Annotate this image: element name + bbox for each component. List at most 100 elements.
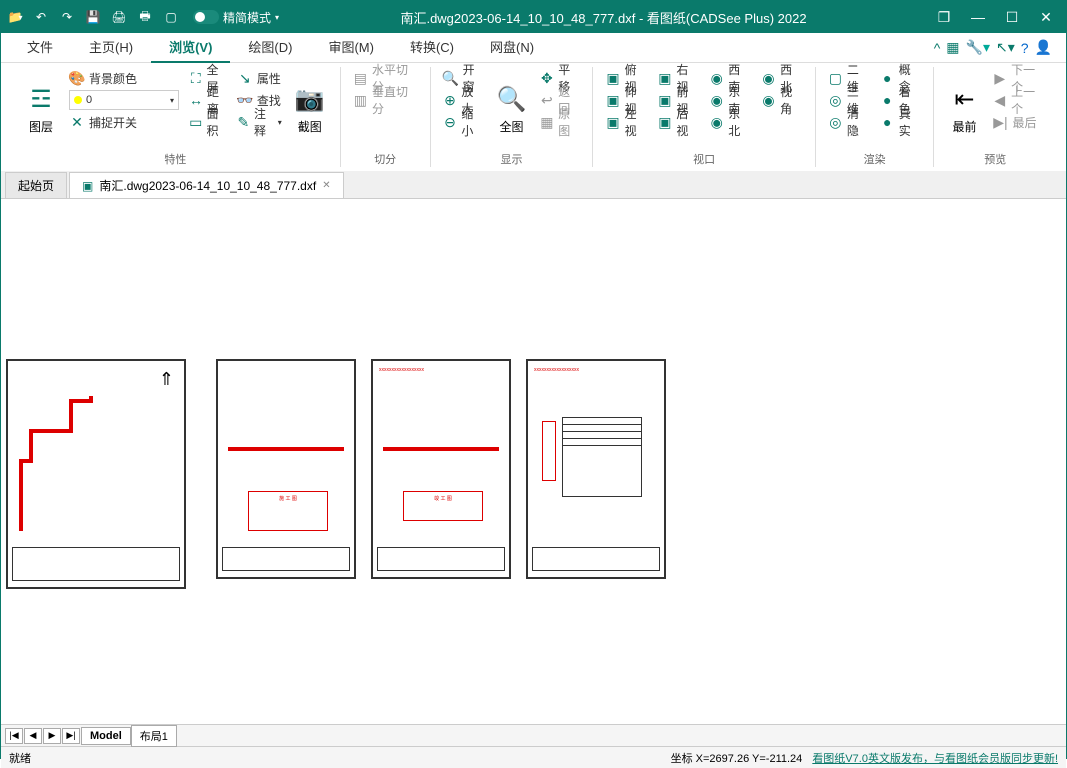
- doctab-file-label: 南汇.dwg2023-06-14_10_10_48_777.dxf: [99, 177, 316, 194]
- close-doctab-icon[interactable]: ✕: [322, 180, 330, 191]
- undo-button[interactable]: ↶: [31, 7, 51, 27]
- sheet-tab-model[interactable]: Model: [81, 727, 131, 745]
- zoom-out-button[interactable]: ⊖缩小: [439, 111, 488, 133]
- real-button[interactable]: ●真实: [876, 111, 926, 133]
- status-bar: 就绪 坐标 X=2697.26 Y=-211.24 看图纸V7.0英文版发布，与…: [1, 746, 1066, 768]
- camera-icon: 📷: [294, 84, 326, 116]
- drawing-path: [16, 391, 106, 531]
- zoom-extents-icon: 🔍: [496, 84, 528, 116]
- window-title: 南汇.dwg2023-06-14_10_10_48_777.dxf - 看图纸(…: [279, 8, 928, 27]
- tab-home[interactable]: 主页(H): [71, 33, 151, 63]
- sheet-tab-bar: |◀ ◀ ▶ ▶| Model 布局1: [1, 724, 1066, 746]
- zoom-extents-button[interactable]: 🔍 全图: [490, 67, 534, 151]
- tab-file[interactable]: 文件: [9, 33, 71, 63]
- palette-icon: 🎨: [69, 70, 85, 86]
- cursor-icon[interactable]: ↖▾: [996, 39, 1015, 56]
- ruler-icon: ↔: [189, 92, 203, 108]
- cube-icon: ▣: [605, 114, 620, 130]
- redo-button[interactable]: ↷: [57, 7, 77, 27]
- next-icon: ▶: [992, 70, 1007, 86]
- last-icon: ▶|: [992, 114, 1008, 130]
- list-icon: ↘: [237, 70, 253, 86]
- grid-icon: ▦: [540, 114, 555, 130]
- cube-icon: ▣: [605, 70, 620, 86]
- sheet-tab-layout1[interactable]: 布局1: [131, 725, 177, 747]
- prev-icon: ◀: [992, 92, 1007, 108]
- dxf-icon: ▣: [82, 179, 93, 193]
- preview-button[interactable]: ▢: [161, 7, 181, 27]
- ne-view-button[interactable]: ◉东北: [705, 111, 755, 133]
- panel-icon[interactable]: ▦: [946, 39, 959, 56]
- doctab-file[interactable]: ▣ 南汇.dwg2023-06-14_10_10_48_777.dxf ✕: [69, 172, 344, 198]
- compass-icon: ◉: [761, 70, 776, 86]
- angle-icon: ◉: [761, 92, 776, 108]
- maximize-button[interactable]: ☐: [996, 5, 1028, 29]
- vsplit-button[interactable]: ▥垂直切分: [349, 89, 422, 111]
- screenshot-button[interactable]: 📷 截图: [288, 67, 332, 151]
- ribbon-group-render: ▢二维 ◎三维 ◎消隐 ●概念 ●着色 ●真实 渲染: [816, 67, 935, 167]
- tab-convert[interactable]: 转换(C): [392, 33, 472, 63]
- save-button[interactable]: 💾: [83, 7, 103, 27]
- titlebar: 📁▾ ↶ ↷ 💾 🖨 🖶 ▢ 精简模式 ▾ 南汇.dwg2023-06-14_1…: [1, 1, 1066, 33]
- hide-button[interactable]: ◎消隐: [824, 111, 874, 133]
- original-button[interactable]: ▦原图: [536, 111, 585, 133]
- ribbon: ☲ 图层 🎨背景颜色 0▾ ✕捕捉开关 ⛶全屏 ↔距离 ▭面积 ↘属性 👓查找 …: [1, 63, 1066, 171]
- drawing-canvas[interactable]: ⇑ 施 工 图 xxxxxxxxxxxxxxxxxx 竣 工 图 xxxxxxx…: [1, 199, 1066, 724]
- doctab-start[interactable]: 起始页: [5, 172, 67, 198]
- status-ready: 就绪: [9, 750, 31, 766]
- promo-link[interactable]: 看图纸V7.0英文版发布，与看图纸会员版同步更新!: [812, 750, 1058, 766]
- cube-icon: ▣: [605, 92, 620, 108]
- sheet-nav-last[interactable]: ▶|: [62, 728, 80, 744]
- properties-button[interactable]: ↘属性: [233, 67, 286, 89]
- sphere-icon: ●: [880, 70, 895, 86]
- zoom-in-icon: ⊕: [443, 92, 458, 108]
- prev-page-button[interactable]: ◀上一个: [988, 89, 1048, 111]
- first-page-button[interactable]: ⇤ 最前: [942, 67, 986, 151]
- compact-mode-toggle[interactable]: 精简模式 ▾: [193, 9, 279, 26]
- bg-color-button[interactable]: 🎨背景颜色: [65, 67, 183, 89]
- rear-view-button[interactable]: ▣后视: [653, 111, 703, 133]
- angle-view-button[interactable]: ◉视角: [757, 89, 807, 111]
- sheet-nav-next[interactable]: ▶: [43, 728, 61, 744]
- pan-icon: ✥: [540, 70, 555, 86]
- layer-icon: ☲: [25, 84, 57, 116]
- window-controls: ❐ — ☐ ✕: [928, 5, 1062, 29]
- ribbon-group-preview: ⇤ 最前 ▶下一个 ◀上一个 ▶|最后 预览: [934, 67, 1056, 167]
- drawing-sheet-2: 施 工 图: [216, 359, 356, 579]
- status-coords: 坐标 X=2697.26 Y=-211.24: [671, 750, 803, 766]
- cube-icon: ▣: [657, 92, 672, 108]
- help-icon[interactable]: ?: [1021, 40, 1029, 56]
- compass-icon: ◉: [709, 92, 724, 108]
- annotate-button[interactable]: ✎注释▾: [233, 111, 286, 133]
- snap-toggle-button[interactable]: ✕捕捉开关: [65, 111, 183, 133]
- tab-review[interactable]: 审图(M): [310, 33, 392, 63]
- user-icon[interactable]: 👤: [1035, 39, 1052, 56]
- tab-view[interactable]: 浏览(V): [151, 33, 230, 63]
- tab-draw[interactable]: 绘图(D): [230, 33, 310, 63]
- last-page-button[interactable]: ▶|最后: [988, 111, 1048, 133]
- layer-button[interactable]: ☲ 图层: [19, 67, 63, 151]
- sheet-nav-prev[interactable]: ◀: [24, 728, 42, 744]
- ribbon-group-properties: ☲ 图层 🎨背景颜色 0▾ ✕捕捉开关 ⛶全屏 ↔距离 ▭面积 ↘属性 👓查找 …: [11, 67, 341, 167]
- north-arrow-icon: ⇑: [159, 369, 174, 390]
- tab-cloud[interactable]: 网盘(N): [472, 33, 552, 63]
- sphere-icon: ●: [880, 114, 895, 130]
- group-label-preview: 预览: [934, 151, 1056, 167]
- group-label-viewport: 视口: [593, 151, 814, 167]
- left-view-button[interactable]: ▣左视: [601, 111, 651, 133]
- restore-down-button[interactable]: ❐: [928, 5, 960, 29]
- close-button[interactable]: ✕: [1030, 5, 1062, 29]
- sheet-nav-first[interactable]: |◀: [5, 728, 23, 744]
- collapse-ribbon-icon[interactable]: ^: [934, 40, 941, 56]
- minimize-button[interactable]: —: [962, 5, 994, 29]
- zoom-out-icon: ⊖: [443, 114, 458, 130]
- area-button[interactable]: ▭面积: [185, 111, 231, 133]
- 3d-icon: ◎: [828, 92, 843, 108]
- snap-icon: ✕: [69, 114, 85, 130]
- wrench-icon[interactable]: 🔧▾: [966, 39, 990, 56]
- print-button[interactable]: 🖨: [109, 7, 129, 27]
- open-file-button[interactable]: 📁▾: [5, 7, 25, 27]
- layer-select[interactable]: 0▾: [65, 89, 183, 111]
- export-button[interactable]: 🖶: [135, 7, 155, 27]
- drawing-sheet-4: xxxxxxxxxxxxxxxxxx: [526, 359, 666, 579]
